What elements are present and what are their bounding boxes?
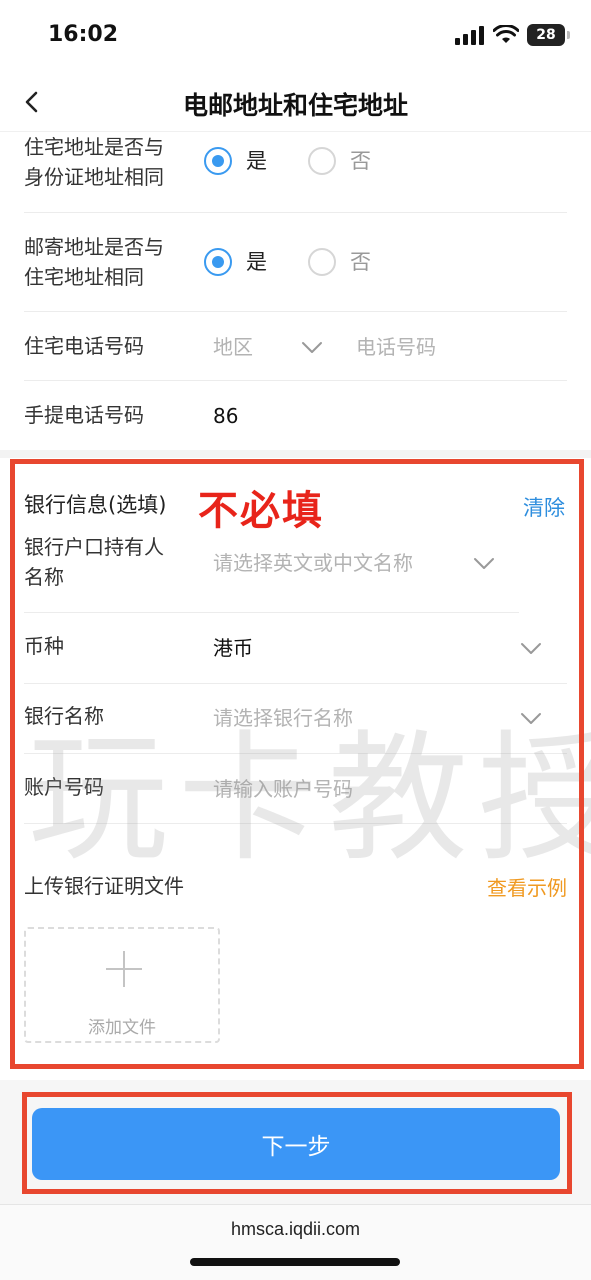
chevron-down-icon[interactable]	[300, 335, 324, 359]
bank-section-highlight	[10, 459, 584, 1069]
mailing-same-no-radio[interactable]	[308, 248, 336, 276]
residential-same-no-radio[interactable]	[308, 147, 336, 175]
url-text[interactable]: hmsca.iqdii.com	[0, 1219, 591, 1240]
residential-same-label-1: 住宅地址是否与	[24, 135, 164, 159]
residential-same-yes-radio[interactable]	[204, 147, 232, 175]
next-button-highlight	[22, 1092, 572, 1194]
signal-icon	[455, 26, 484, 45]
status-bar: 16:02 28	[0, 0, 591, 76]
mobile-phone-row: 手提电话号码 86	[0, 381, 591, 449]
nav-bar: 电邮地址和住宅地址	[0, 76, 591, 132]
page-title: 电邮地址和住宅地址	[182, 91, 408, 120]
mailing-same-label-2: 住宅地址相同	[24, 265, 144, 289]
wifi-icon	[493, 25, 519, 43]
mailing-same-yes-label[interactable]: 是	[246, 247, 267, 277]
home-phone-label: 住宅电话号码	[24, 334, 144, 358]
mailing-same-no-label[interactable]: 否	[350, 247, 371, 277]
home-indicator[interactable]	[190, 1258, 400, 1266]
residential-same-no-label[interactable]: 否	[350, 146, 371, 176]
divider	[24, 212, 567, 213]
home-phone-row: 住宅电话号码 地区 电话号码	[0, 312, 591, 380]
status-time: 16:02	[48, 22, 119, 47]
mailing-same-row: 邮寄地址是否与 住宅地址相同 是 否	[0, 232, 591, 312]
residential-same-row: 住宅地址是否与 身份证地址相同 是 否	[0, 132, 591, 220]
mailing-same-label-1: 邮寄地址是否与	[24, 235, 164, 259]
battery-icon: 28	[527, 24, 570, 46]
residential-same-yes-label[interactable]: 是	[246, 146, 267, 176]
section-gap	[0, 450, 591, 458]
mailing-same-yes-radio[interactable]	[204, 248, 232, 276]
home-phone-number-input[interactable]: 电话号码	[356, 332, 436, 362]
browser-url-bar: hmsca.iqdii.com	[0, 1204, 591, 1280]
mobile-phone-code[interactable]: 86	[213, 401, 238, 431]
residential-same-label-2: 身份证地址相同	[24, 165, 164, 189]
home-phone-region-select[interactable]: 地区	[213, 332, 253, 362]
mobile-phone-label: 手提电话号码	[24, 403, 144, 427]
status-icons: 28	[455, 24, 570, 46]
